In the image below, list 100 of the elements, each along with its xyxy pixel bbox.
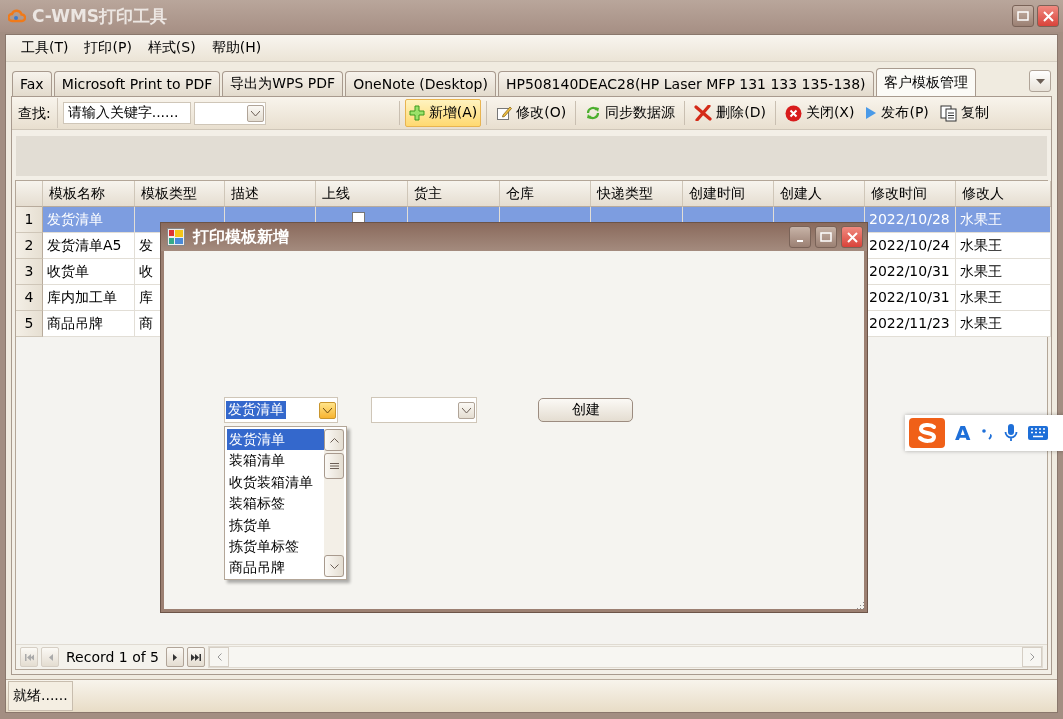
- row-number: 3: [16, 259, 43, 285]
- menu-item[interactable]: 样式(S): [140, 37, 203, 59]
- column-header[interactable]: 修改人: [956, 181, 1051, 207]
- tab[interactable]: Fax: [12, 71, 52, 96]
- last-icon: [191, 653, 202, 661]
- column-header[interactable]: 模板名称: [43, 181, 135, 207]
- menu-item[interactable]: 帮助(H): [204, 37, 269, 59]
- row-number: 5: [16, 311, 43, 337]
- table-cell: 水果王: [956, 285, 1051, 311]
- toolbar-button[interactable]: 修改(O): [492, 99, 571, 127]
- table-cell: 2022/11/23: [865, 311, 956, 337]
- next-record-button[interactable]: [166, 647, 185, 667]
- toolbar-button[interactable]: 同步数据源: [581, 99, 680, 127]
- minimize-button[interactable]: [789, 226, 811, 248]
- window-title: C-WMS打印工具: [32, 4, 168, 28]
- table-cell[interactable]: 商品吊牌: [43, 311, 135, 337]
- table-cell: 水果王: [956, 207, 1051, 233]
- list-option[interactable]: 收货装箱清单: [227, 471, 324, 494]
- cross-icon: [694, 105, 713, 121]
- column-header[interactable]: 上线: [316, 181, 408, 207]
- resize-grip-icon: [855, 600, 865, 610]
- cloud-icon: [8, 8, 26, 24]
- tab[interactable]: 客户模板管理: [875, 68, 976, 96]
- column-header[interactable]: 快递类型: [591, 181, 683, 207]
- toolbar-button[interactable]: 新增(A): [404, 99, 482, 127]
- logo-icon: [909, 418, 945, 448]
- record-counter: Record 1 of 5: [65, 649, 161, 665]
- column-header[interactable]: 描述: [225, 181, 316, 207]
- column-header[interactable]: 创建时间: [683, 181, 774, 207]
- scroll-left-icon: [216, 653, 222, 661]
- table-cell: 水果王: [956, 259, 1051, 285]
- toolbar-button[interactable]: 复制: [935, 99, 993, 127]
- sync-icon: [585, 105, 602, 121]
- horizontal-scrollbar[interactable]: [208, 646, 1043, 668]
- table-cell: 2022/10/24: [865, 233, 956, 259]
- close-circle-icon: [784, 104, 802, 122]
- microphone-icon[interactable]: [1004, 424, 1019, 442]
- list-option[interactable]: 拣货单: [227, 514, 324, 536]
- status-text: 就绪......: [8, 681, 73, 711]
- table-cell: 2022/10/31: [865, 259, 956, 285]
- tab-list-button[interactable]: [1029, 70, 1051, 92]
- tab[interactable]: 导出为WPS PDF: [222, 71, 344, 96]
- last-record-button[interactable]: [187, 647, 206, 667]
- search-field[interactable]: 请输入关键字......: [62, 102, 191, 124]
- first-icon: [24, 653, 34, 661]
- row-number: 1: [16, 207, 43, 233]
- template-type-combo[interactable]: 发货清单: [224, 397, 338, 423]
- caret-icon: [462, 407, 471, 413]
- punctuation-icon[interactable]: [980, 426, 995, 440]
- scroll-up-icon: [329, 437, 339, 443]
- column-header[interactable]: 仓库: [500, 181, 591, 207]
- table-cell: 2022/10/31: [865, 285, 956, 311]
- window-icon: [167, 228, 185, 246]
- menu-item[interactable]: 工具(T): [14, 37, 76, 59]
- plus-icon: [408, 105, 425, 121]
- notepad-pencil-icon: [496, 105, 513, 121]
- column-header[interactable]: 创建人: [774, 181, 865, 207]
- copy-icon: [939, 104, 957, 122]
- list-option[interactable]: 装箱标签: [227, 493, 324, 515]
- table-cell: 水果王: [956, 311, 1051, 337]
- table-cell[interactable]: 库内加工单: [43, 285, 135, 311]
- input-mode-label[interactable]: A: [955, 421, 971, 445]
- menu-item[interactable]: 打印(P): [77, 37, 139, 59]
- tab[interactable]: Microsoft Print to PDF: [53, 71, 221, 96]
- close-button[interactable]: [1037, 5, 1059, 27]
- list-option[interactable]: 拣货单标签: [227, 535, 324, 558]
- play-icon: [865, 106, 878, 120]
- table-cell[interactable]: 发货清单A5: [43, 233, 135, 259]
- create-button[interactable]: 创建: [538, 398, 633, 422]
- toolbar-button[interactable]: 删除(D): [690, 99, 770, 127]
- search-label: 查找:: [16, 98, 58, 128]
- scroll-right-icon: [1029, 653, 1035, 661]
- scroll-down-icon: [329, 563, 339, 569]
- maximize-button[interactable]: [1012, 5, 1034, 27]
- row-number: 2: [16, 233, 43, 259]
- vertical-scrollbar[interactable]: [324, 429, 344, 577]
- maximize-icon: [820, 232, 832, 242]
- table-cell: 水果王: [956, 233, 1051, 259]
- toolbar-button[interactable]: 关闭(X): [780, 99, 859, 127]
- list-option[interactable]: 装箱清单: [227, 450, 324, 472]
- close-button[interactable]: [841, 226, 863, 248]
- column-header[interactable]: 修改时间: [865, 181, 956, 207]
- column-header[interactable]: 货主: [408, 181, 500, 207]
- list-option[interactable]: 发货清单: [227, 429, 324, 451]
- table-cell[interactable]: 收货单: [43, 259, 135, 285]
- keyboard-icon[interactable]: [1028, 426, 1049, 440]
- grid-corner: [16, 181, 43, 207]
- maximize-button[interactable]: [815, 226, 837, 248]
- toolbar-button[interactable]: 发布(P): [861, 99, 933, 127]
- row-number: 4: [16, 285, 43, 311]
- minimize-icon: [797, 240, 803, 242]
- left-triangle-icon: [47, 653, 53, 661]
- tab[interactable]: OneNote (Desktop): [345, 71, 496, 96]
- close-icon: [1042, 10, 1054, 22]
- combo-value: 发货清单: [226, 401, 286, 419]
- caret-icon: [250, 110, 260, 116]
- column-header[interactable]: 模板类型: [135, 181, 225, 207]
- list-option[interactable]: 商品吊牌: [227, 557, 324, 577]
- tab[interactable]: HP508140DEAC28(HP Laser MFP 131 133 135-138): [497, 71, 874, 96]
- caret-icon: [1035, 78, 1045, 84]
